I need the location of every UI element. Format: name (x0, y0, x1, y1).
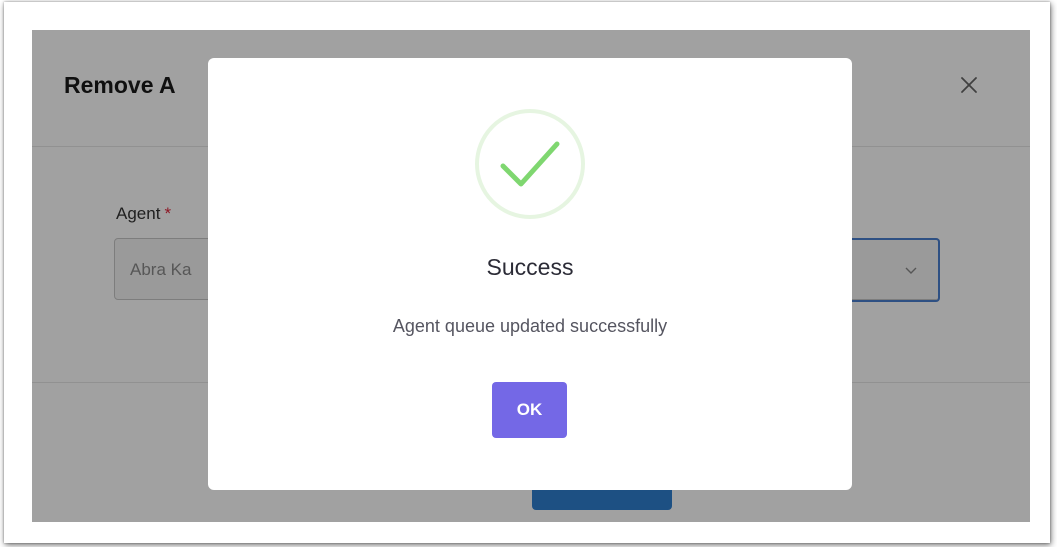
success-message: Agent queue updated successfully (392, 316, 668, 336)
checkmark-circle-icon (475, 109, 585, 219)
success-dialog: Success Agent queue updated successfully… (208, 58, 852, 490)
app-viewport: Remove A Agent * Abra Ka Success Agent q… (32, 30, 1030, 522)
success-title: Success (486, 254, 574, 280)
screenshot-frame: Remove A Agent * Abra Ka Success Agent q… (4, 2, 1050, 543)
ok-button[interactable]: OK (492, 382, 567, 438)
